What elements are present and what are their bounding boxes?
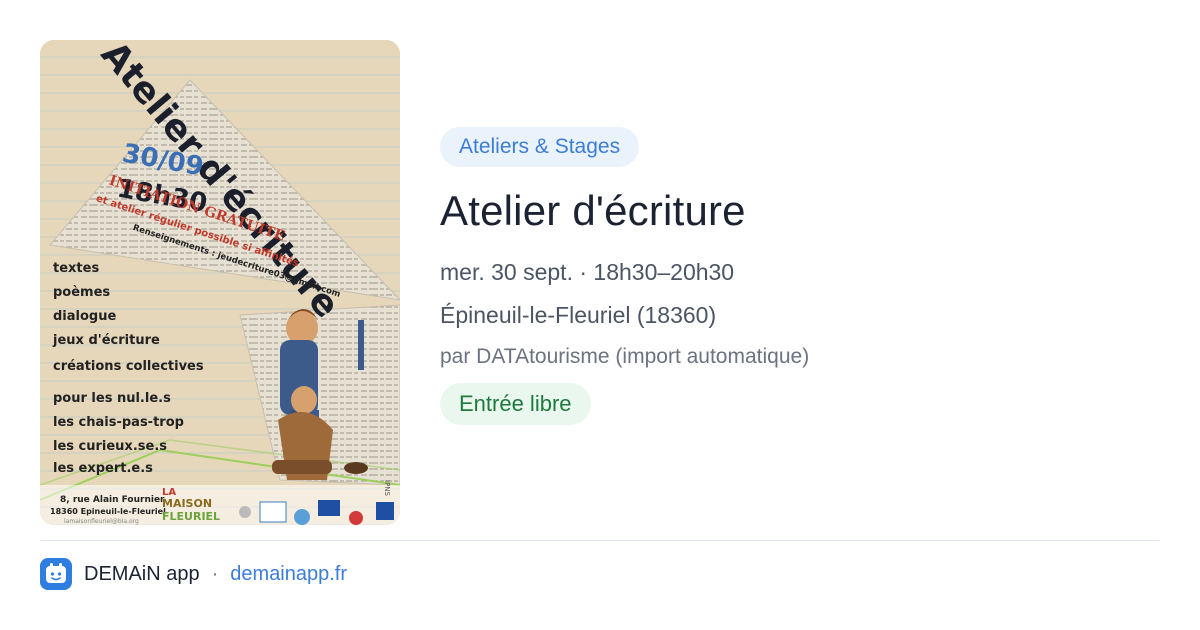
event-poster-image[interactable]: Atelier d'écriture 30/09 18h30 INITIATIO… bbox=[40, 40, 400, 525]
app-name: DEMAiN app bbox=[84, 562, 200, 585]
poster-item: jeux d'écriture bbox=[52, 333, 160, 348]
event-source: par DATAtourisme (import automatique) bbox=[440, 345, 810, 368]
svg-text:FLEURIEL: FLEURIEL bbox=[162, 510, 220, 523]
poster-item: dialogue bbox=[53, 309, 116, 324]
app-logo-icon[interactable] bbox=[40, 558, 72, 590]
price-badge: Entrée libre bbox=[440, 383, 591, 425]
poster-website: lamaisonfleuriel@bla.org bbox=[64, 518, 139, 525]
poster-item: textes bbox=[53, 261, 99, 276]
event-title[interactable]: Atelier d'écriture bbox=[440, 187, 1160, 235]
footer-divider bbox=[40, 540, 1160, 541]
poster-audience: pour les nul.le.s bbox=[53, 391, 171, 406]
category-badge[interactable]: Ateliers & Stages bbox=[440, 127, 640, 167]
app-domain-link[interactable]: demainapp.fr bbox=[230, 563, 347, 586]
poster-audience: les chais-pas-trop bbox=[53, 415, 184, 430]
poster-audience: les curieux.se.s bbox=[53, 439, 167, 454]
footer-separator: · bbox=[211, 562, 219, 585]
poster-credit: IPNS bbox=[383, 480, 391, 497]
poster-item: créations collectives bbox=[53, 359, 204, 374]
event-info: Ateliers & Stages Atelier d'écriture mer… bbox=[440, 127, 1160, 425]
event-datetime: mer. 30 sept. · 18h30–20h30 bbox=[440, 259, 735, 285]
event-share-card: Atelier d'écriture 30/09 18h30 INITIATIO… bbox=[0, 0, 1200, 630]
app-footer: DEMAiN app · demainapp.fr bbox=[40, 557, 347, 591]
event-location: Épineuil-le-Fleuriel (18360) bbox=[440, 302, 717, 328]
poster-address: 18360 Epineuil-le-Fleuriel bbox=[50, 507, 166, 516]
poster-address: 8, rue Alain Fournier bbox=[60, 495, 165, 505]
svg-text:MAISON: MAISON bbox=[162, 497, 212, 510]
poster-audience: les expert.e.s bbox=[53, 461, 153, 476]
poster-item: poèmes bbox=[53, 285, 110, 300]
